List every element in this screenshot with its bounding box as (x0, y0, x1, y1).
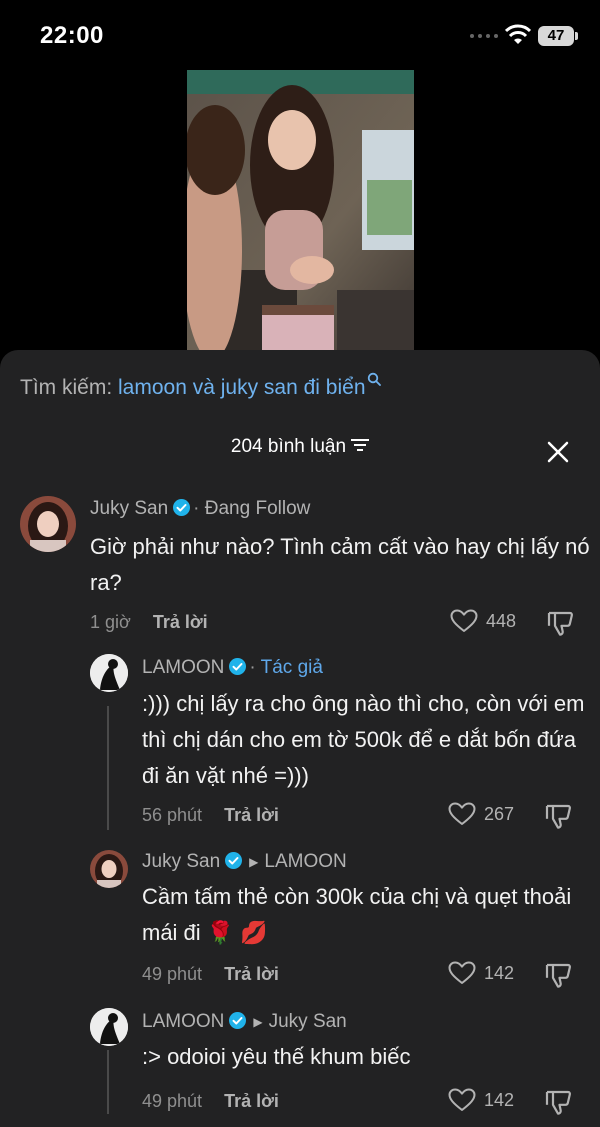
reply-to-user[interactable]: LAMOON (264, 851, 346, 872)
heart-icon (448, 1088, 476, 1111)
dislike-icon[interactable] (544, 1088, 572, 1116)
dislike-icon[interactable] (544, 961, 572, 989)
comment-meta: Juky San · Đang Follow (90, 498, 310, 520)
comment-text: Giờ phải như nào? Tình cảm cất vào hay c… (90, 534, 590, 595)
search-suggestion[interactable]: Tìm kiếm: lamoon và juky san đi biển (20, 372, 381, 400)
verified-badge-icon (225, 851, 243, 869)
comment-time: 1 giờ (90, 612, 131, 632)
avatar[interactable] (20, 496, 76, 552)
comment-meta: LAMOON ▶ Juky San (142, 1011, 347, 1033)
verified-badge-icon (173, 498, 191, 516)
heart-icon (448, 802, 476, 825)
avatar[interactable] (90, 850, 128, 888)
like-button[interactable]: 448 (450, 609, 516, 633)
reply-to-user[interactable]: Juky San (269, 1011, 347, 1032)
reply-button[interactable]: Trả lời (224, 1091, 279, 1111)
meta-separator: · (193, 498, 200, 519)
cellular-signal-icon (470, 34, 498, 38)
like-button[interactable]: 142 (448, 961, 514, 985)
search-icon (367, 372, 381, 386)
dislike-icon[interactable] (544, 802, 572, 830)
search-prefix: Tìm kiếm: (20, 376, 113, 399)
comment-meta: LAMOON · Tác giả (142, 657, 323, 679)
like-count: 267 (484, 803, 515, 824)
battery-icon: 47 (538, 26, 578, 46)
reply-button[interactable]: Trả lời (224, 805, 279, 825)
video-thumbnail[interactable] (187, 70, 414, 355)
author-tag: Tác giả (260, 657, 323, 678)
heart-icon (448, 961, 476, 984)
verified-badge-icon (229, 657, 247, 675)
search-query-link[interactable]: lamoon và juky san đi biển (118, 376, 365, 399)
comments-count: 204 bình luận (230, 436, 347, 457)
reply-button[interactable]: Trả lời (153, 612, 208, 632)
reply-arrow-icon: ▶ (253, 1014, 263, 1029)
wifi-icon (505, 24, 531, 44)
follow-status: Đang Follow (204, 498, 311, 519)
meta-separator: · (249, 657, 256, 678)
thread-line (107, 1050, 109, 1114)
comment-author[interactable]: Juky San (142, 851, 220, 872)
verified-badge-icon (229, 1011, 247, 1029)
like-count: 448 (486, 610, 517, 631)
comment-author[interactable]: LAMOON (142, 1011, 224, 1032)
heart-icon (450, 609, 478, 632)
comment-meta: Juky San ▶ LAMOON (142, 851, 347, 873)
comment-time: 49 phút (142, 1091, 203, 1111)
like-count: 142 (484, 1089, 515, 1110)
comment-actions: 49 phút Trả lời (142, 964, 279, 985)
thread-line (107, 706, 109, 830)
comment-text: :))) chị lấy ra cho ông nào thì cho, còn… (142, 691, 585, 788)
comment-actions: 49 phút Trả lời (142, 1091, 279, 1112)
reply-button[interactable]: Trả lời (224, 964, 279, 984)
comment-actions: 1 giờ Trả lời (90, 612, 208, 633)
comments-header: 204 bình luận (0, 436, 600, 458)
status-time: 22:00 (40, 22, 104, 49)
comment-actions: 56 phút Trả lời (142, 805, 279, 826)
avatar[interactable] (90, 654, 128, 692)
like-button[interactable]: 142 (448, 1088, 514, 1112)
close-icon[interactable] (546, 440, 570, 464)
sort-filter-icon[interactable] (351, 438, 370, 452)
comment-author[interactable]: LAMOON (142, 657, 224, 678)
comments-sheet: Tìm kiếm: lamoon và juky san đi biển 204… (0, 350, 600, 1127)
reply-arrow-icon: ▶ (249, 854, 259, 869)
comment-text: :> odoioi yêu thế khum biếc (142, 1044, 411, 1069)
like-button[interactable]: 267 (448, 802, 514, 826)
comment-text: Cầm tấm thẻ còn 300k của chị và quẹt tho… (142, 884, 572, 945)
status-bar: 22:00 47 (0, 0, 600, 70)
dislike-icon[interactable] (546, 609, 574, 637)
comment-time: 49 phút (142, 964, 203, 984)
like-count: 142 (484, 962, 515, 983)
avatar[interactable] (90, 1008, 128, 1046)
comment-time: 56 phút (142, 805, 203, 825)
comment-author[interactable]: Juky San (90, 498, 168, 519)
